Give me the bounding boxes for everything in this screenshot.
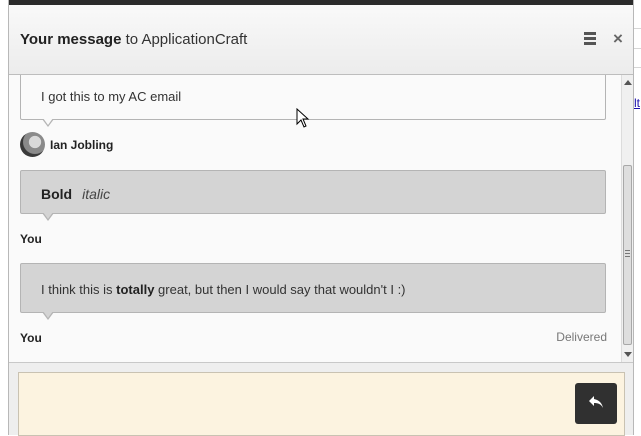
message-italic-text: italic: [82, 186, 111, 202]
background-divider: [634, 48, 641, 49]
message-text-part: I think this is: [41, 282, 117, 297]
scrollbar[interactable]: [621, 75, 633, 362]
scrollbar-grip-icon: [625, 250, 630, 259]
send-button[interactable]: [575, 383, 617, 424]
compose-area: [9, 362, 633, 436]
bubble-tail: [42, 212, 54, 221]
delivery-status: Delivered: [556, 330, 607, 344]
avatar[interactable]: [20, 132, 45, 157]
header-title: Your message to ApplicationCraft: [20, 31, 247, 48]
bubble-tail: [42, 311, 54, 320]
scroll-down-arrow-icon[interactable]: [624, 352, 632, 357]
message-input[interactable]: [18, 372, 625, 436]
scrollbar-thumb[interactable]: [623, 165, 632, 345]
message-bubble: I think this is totally great, but then …: [20, 263, 606, 320]
scroll-up-arrow-icon[interactable]: [624, 80, 632, 85]
header-title-bold: Your message: [20, 31, 122, 48]
hamburger-menu-icon[interactable]: [584, 32, 596, 46]
message-bubble: Bold italic: [20, 170, 606, 221]
message-text-part: great, but then I would say that wouldn'…: [154, 282, 406, 297]
bubble-tail: [42, 118, 54, 127]
message-text: I got this to my AC email: [41, 89, 182, 104]
background-divider: [634, 28, 641, 29]
close-icon[interactable]: ×: [613, 30, 623, 47]
message-bold-text: totally: [116, 282, 155, 297]
sender-name: Ian Jobling: [50, 138, 114, 152]
sender-name: You: [20, 331, 42, 345]
reply-arrow-icon: [589, 396, 603, 408]
background-link[interactable]: lt: [634, 96, 640, 110]
message-bubble: I got this to my AC email: [20, 75, 606, 127]
sender-name: You: [20, 232, 42, 246]
message-list[interactable]: I got this to my AC email Ian Jobling Bo…: [9, 75, 621, 362]
chat-window: Your message to ApplicationCraft × I got…: [8, 0, 634, 436]
background-divider: [634, 67, 641, 68]
header-title-recipient: to ApplicationCraft: [121, 31, 248, 48]
chat-header: Your message to ApplicationCraft ×: [9, 5, 633, 75]
message-bold-text: Bold: [41, 186, 73, 202]
mouse-pointer-icon: [296, 108, 310, 128]
